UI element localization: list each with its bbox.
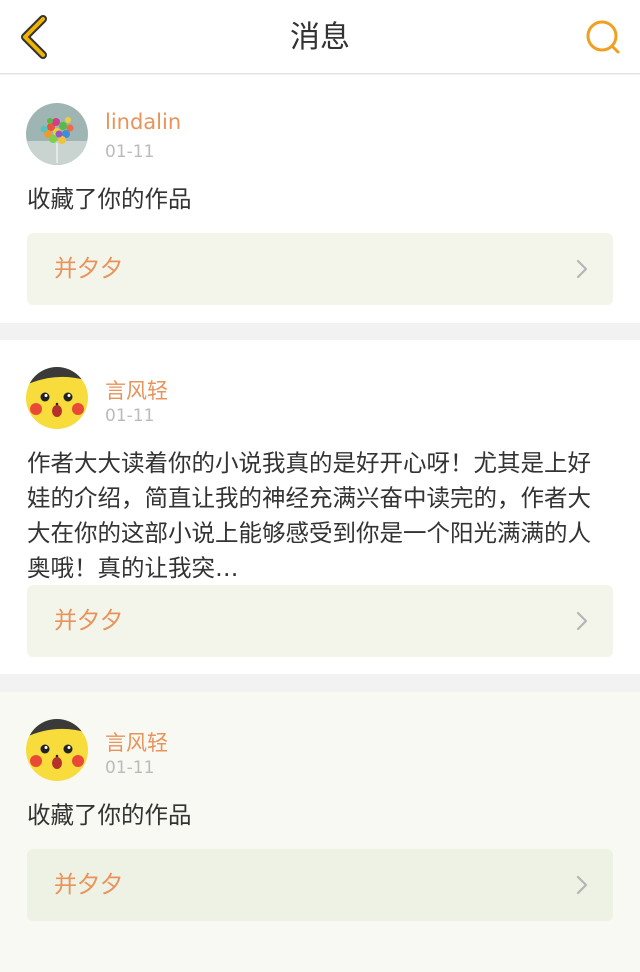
- chevron-left-icon: [21, 15, 47, 59]
- pikachu-avatar: [26, 719, 88, 781]
- avatar[interactable]: [26, 367, 88, 429]
- work-title: 并夕夕: [54, 608, 123, 634]
- work-link[interactable]: 并夕夕: [27, 585, 613, 657]
- chevron-right-icon: [576, 259, 588, 279]
- message-text: 收藏了你的作品: [27, 185, 192, 213]
- balloons-avatar: [26, 103, 88, 165]
- username[interactable]: lindalin: [105, 110, 181, 134]
- top-nav-bar: 消息: [0, 0, 640, 74]
- page-title: 消息: [290, 20, 350, 55]
- chevron-right-icon: [576, 611, 588, 631]
- avatar[interactable]: [26, 103, 88, 165]
- work-link[interactable]: 并夕夕: [27, 233, 613, 305]
- message-text: 作者大大读着你的小说我真的是好开心呀！尤其是上好娃的介绍，简直让我的神经充满兴奋…: [27, 449, 591, 582]
- message-card: 言风轻 01-11 收藏了你的作品 并夕夕: [0, 692, 640, 972]
- message-date: 01-11: [105, 758, 155, 778]
- username[interactable]: 言风轻: [105, 375, 168, 405]
- chevron-right-icon: [576, 875, 588, 895]
- message-date: 01-11: [105, 406, 155, 426]
- work-link[interactable]: 并夕夕: [27, 849, 613, 921]
- avatar[interactable]: [26, 719, 88, 781]
- work-title: 并夕夕: [54, 872, 123, 898]
- username[interactable]: 言风轻: [105, 727, 168, 757]
- message-card: lindalin 01-11 收藏了你的作品 并夕夕: [0, 75, 640, 323]
- message-date: 01-11: [105, 142, 155, 162]
- messages-screen: 消息 lindalin 01-11 收藏了你的作品 并夕夕 言风轻 01-11 …: [0, 0, 640, 972]
- pikachu-avatar: [26, 367, 88, 429]
- message-card: 言风轻 01-11 作者大大读着你的小说我真的是好开心呀！尤其是上好娃的介绍，简…: [0, 340, 640, 674]
- back-button[interactable]: [10, 12, 56, 62]
- message-text: 收藏了你的作品: [27, 801, 192, 829]
- search-icon: [586, 20, 620, 54]
- search-button[interactable]: [582, 16, 626, 60]
- work-title: 并夕夕: [54, 256, 123, 282]
